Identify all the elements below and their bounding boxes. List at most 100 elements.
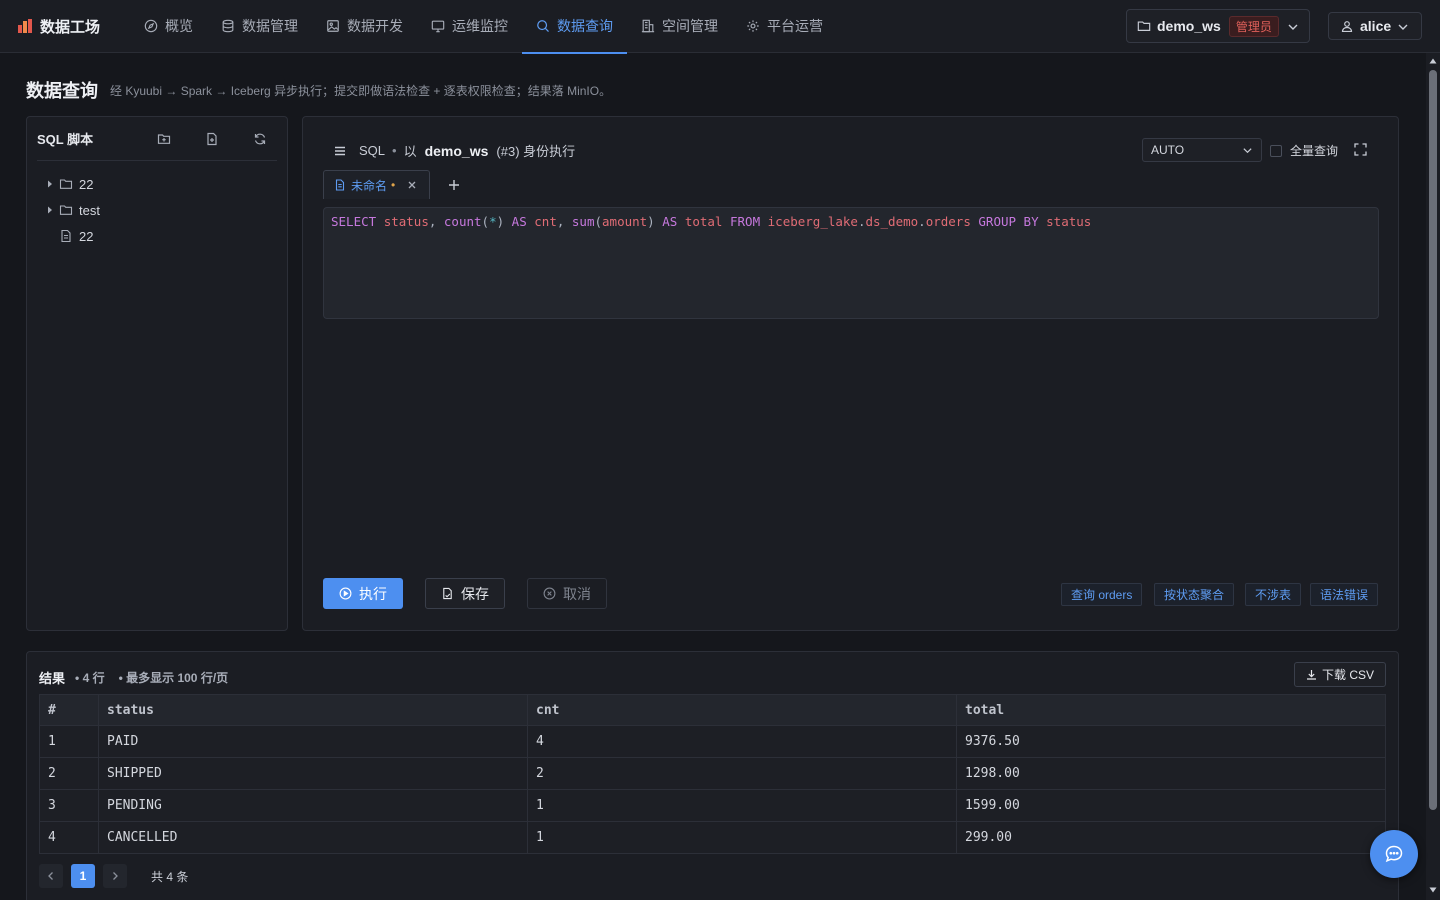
scrollbar-thumb[interactable] — [1429, 70, 1437, 810]
sql-editor-panel: SQL • 以 demo_ws (#3) 身份执行 AUTO 全量查询 未命名 … — [302, 116, 1399, 631]
cancel-button[interactable]: 取消 — [527, 578, 607, 609]
compass-icon — [144, 19, 158, 33]
table-cell: 1298.00 — [956, 757, 1386, 790]
sql-identifier: orders — [925, 214, 971, 229]
gear-icon — [747, 20, 759, 32]
folder-icon — [59, 179, 73, 189]
results-panel: 结果 • 4 行 • 最多显示 100 行/页 下载 CSV # status … — [26, 651, 1399, 900]
file-icon — [335, 179, 345, 191]
quick-action-syntax-error[interactable]: 语法错误 — [1310, 583, 1379, 606]
table-cell: PENDING — [98, 789, 528, 822]
page-button-current[interactable]: 1 — [71, 864, 95, 888]
table-cell: SHIPPED — [98, 757, 528, 790]
workspace-select[interactable]: demo_ws 管理员 — [1126, 9, 1310, 43]
run-as-prefix: 以 — [403, 144, 417, 159]
column-header: total — [956, 694, 1386, 726]
tab-label: 未命名 — [351, 178, 388, 193]
chat-assistant-button[interactable] — [1370, 830, 1418, 878]
new-file-icon[interactable] — [205, 132, 219, 146]
page-title: 数据查询 — [26, 81, 98, 101]
nav-item-data-development[interactable]: 数据开发 — [312, 0, 417, 53]
pagination: 1 共 4 条 — [39, 864, 188, 888]
new-folder-icon[interactable] — [157, 132, 171, 146]
user-menu[interactable]: alice — [1328, 12, 1422, 40]
nav-item-ops-monitoring[interactable]: 运维监控 — [417, 0, 522, 53]
table-cell: 1 — [527, 821, 957, 854]
nav-item-data-query[interactable]: 数据查询 — [522, 0, 627, 54]
script-tree: 22 test 22 — [27, 161, 287, 249]
nav-item-platform-ops[interactable]: 平台运营 — [732, 0, 837, 53]
column-header: status — [98, 694, 528, 726]
caret-right-icon[interactable] — [45, 179, 55, 189]
sql-identifier: status — [1046, 214, 1092, 229]
table-cell: 2 — [527, 757, 957, 790]
workspace-name: demo_ws — [1157, 18, 1221, 34]
checkbox[interactable] — [1270, 144, 1282, 157]
caret-right-icon[interactable] — [45, 205, 55, 215]
next-page-button[interactable] — [103, 864, 127, 888]
tree-folder[interactable]: test — [27, 197, 287, 223]
page-limit-text: 最多显示 100 行/页 — [126, 671, 229, 685]
nav-item-overview[interactable]: 概览 — [130, 0, 207, 53]
sql-identifier: iceberg_lake — [767, 214, 858, 229]
nav-item-space-management[interactable]: 空间管理 — [627, 0, 732, 53]
nav-label: 空间管理 — [662, 18, 718, 34]
factory-logo-icon — [18, 19, 34, 33]
page-scrollbar[interactable] — [1426, 53, 1440, 900]
brand[interactable]: 数据工场 — [18, 0, 130, 53]
sql-keyword: GROUP BY — [978, 214, 1039, 229]
nav-label: 数据开发 — [347, 18, 403, 34]
sql-function: count — [443, 214, 482, 229]
chat-bubble-icon — [1385, 845, 1403, 863]
sql-identifier: status — [383, 214, 429, 229]
column-header: # — [39, 694, 99, 726]
total-count: 共 4 条 — [151, 869, 189, 884]
row-count-text: 4 行 — [82, 671, 105, 685]
quick-action-group-by-status[interactable]: 按状态聚合 — [1154, 583, 1235, 606]
tree-folder[interactable]: 22 — [27, 171, 287, 197]
play-circle-icon — [339, 587, 352, 600]
full-query-checkbox[interactable]: 全量查询 — [1270, 142, 1338, 159]
table-cell: CANCELLED — [98, 821, 528, 854]
refresh-icon[interactable] — [253, 132, 267, 146]
results-title: 结果 — [39, 671, 66, 686]
quick-action-no-table[interactable]: 不涉表 — [1245, 583, 1302, 606]
file-save-icon — [443, 587, 452, 600]
run-button[interactable]: 执行 — [323, 578, 403, 609]
scroll-up-arrow-icon[interactable] — [1429, 57, 1437, 65]
sql-code-editor[interactable]: SELECT status, count(*) AS cnt, sum(amou… — [323, 207, 1379, 319]
scripts-header: SQL 脚本 — [37, 117, 277, 161]
page-subtitle: 经 Kyuubi → Spark → Iceberg 异步执行；提交即做语法检查… — [110, 84, 612, 98]
add-tab-icon[interactable] — [448, 179, 460, 191]
database-icon — [222, 19, 234, 33]
execution-mode-select[interactable]: AUTO — [1142, 138, 1262, 162]
table-row: 4 CANCELLED 1 299.00 — [39, 821, 1386, 854]
user-name: alice — [1360, 18, 1392, 34]
close-icon[interactable] — [407, 180, 417, 190]
scroll-down-arrow-icon[interactable] — [1429, 886, 1437, 894]
sql-keyword: AS — [662, 214, 678, 229]
save-button[interactable]: 保存 — [425, 578, 505, 609]
fullscreen-icon[interactable] — [1354, 143, 1367, 156]
image-icon — [327, 20, 339, 32]
sql-operator: * — [489, 214, 497, 229]
nav-label: 数据管理 — [242, 18, 298, 34]
editor-header: SQL • 以 demo_ws (#3) 身份执行 — [333, 141, 575, 160]
chevron-down-icon — [1398, 24, 1408, 30]
download-label: 下载 CSV — [1321, 668, 1374, 682]
nav-label: 数据查询 — [557, 18, 613, 34]
nav-item-data-management[interactable]: 数据管理 — [207, 0, 312, 53]
chevron-down-icon — [1243, 148, 1252, 154]
quick-action-query-orders[interactable]: 查询 orders — [1061, 583, 1143, 606]
prev-page-button[interactable] — [39, 864, 63, 888]
menu-icon[interactable] — [333, 144, 347, 158]
sql-identifier: cnt — [534, 214, 557, 229]
tree-file[interactable]: 22 — [27, 223, 287, 249]
download-csv-button[interactable]: 下载 CSV — [1294, 662, 1386, 687]
editor-tab-untitled[interactable]: 未命名 • — [323, 170, 430, 199]
cancel-label: 取消 — [563, 585, 591, 602]
sql-punct: ( — [594, 214, 603, 229]
separator-dot: • — [392, 143, 397, 158]
sql-keyword: SELECT — [331, 214, 377, 229]
table-cell: 9376.50 — [956, 725, 1386, 758]
